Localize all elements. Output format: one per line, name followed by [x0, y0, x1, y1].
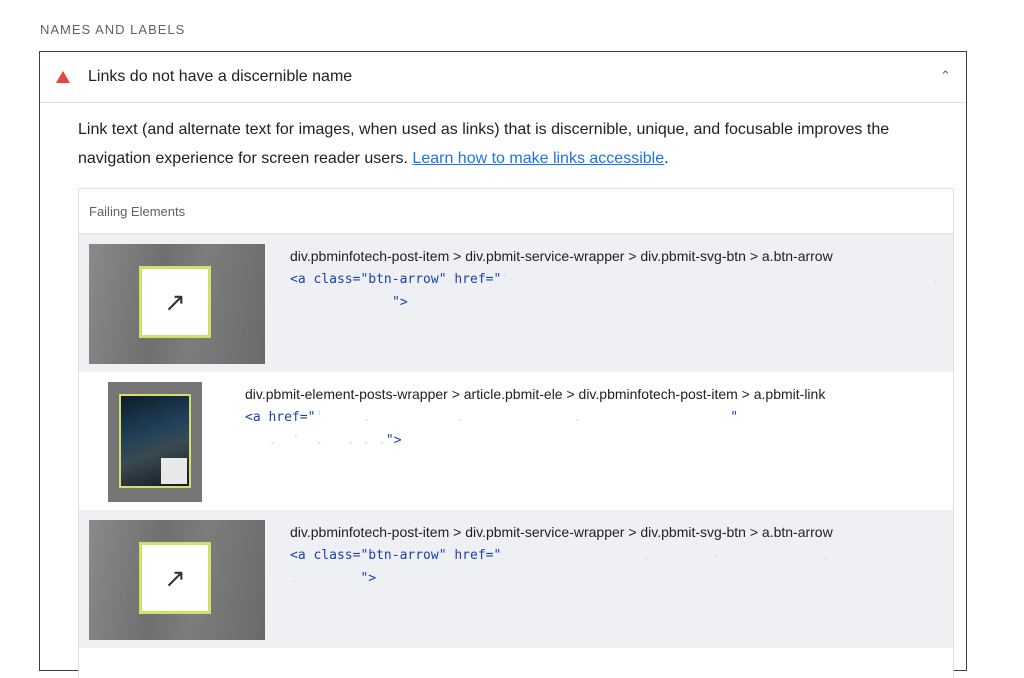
fail-triangle-icon — [56, 71, 70, 83]
table-row: ↗ div.pbminfotech-post-item > div.pbmit-… — [79, 510, 953, 648]
node-selector: div.pbminfotech-post-item > div.pbmit-se… — [290, 248, 833, 264]
description-end: . — [664, 150, 669, 167]
audit-header[interactable]: Links do not have a discernible name ⌃ — [40, 52, 966, 103]
node-snippet-line1: <a href="' . . . " — [245, 410, 739, 425]
node-snippet-line2: . ' . . . ."> — [245, 433, 402, 448]
audit-title: Links do not have a discernible name — [88, 68, 353, 85]
post-thumbnail-image — [119, 394, 191, 488]
node-snippet-line2: . "> — [290, 571, 377, 586]
node-snippet-line2: "> — [392, 295, 408, 310]
table-header: Failing Elements — [79, 189, 953, 234]
audit-panel: Links do not have a discernible name ⌃ L… — [39, 51, 967, 678]
element-screenshot[interactable]: ↗ — [89, 244, 265, 364]
table-row — [79, 648, 953, 678]
table-row: div.pbmit-element-posts-wrapper > articl… — [79, 372, 953, 510]
node-selector: div.pbminfotech-post-item > div.pbmit-se… — [290, 524, 833, 540]
node-snippet-line1: <a class="btn-arrow" href=" . - . — [290, 548, 831, 563]
element-screenshot[interactable] — [108, 382, 202, 502]
node-selector: div.pbmit-element-posts-wrapper > articl… — [245, 386, 826, 402]
failing-elements-table: Failing Elements ↗ div.pbminfotech-post-… — [78, 188, 954, 678]
element-screenshot[interactable]: ↗ — [89, 520, 265, 640]
learn-more-link[interactable]: Learn how to make links accessible — [412, 150, 664, 167]
arrow-up-right-icon: ↗ — [139, 542, 211, 614]
chevron-up-icon[interactable]: ⌃ — [940, 68, 956, 84]
table-row: ↗ div.pbminfotech-post-item > div.pbmit-… — [79, 234, 953, 372]
arrow-up-right-icon: ↗ — [139, 266, 211, 338]
node-snippet-line1: <a class="btn-arrow" href="' . — [290, 272, 940, 287]
section-title: NAMES AND LABELS — [40, 22, 186, 37]
post-card-image — [161, 458, 187, 484]
audit-description: Link text (and alternate text for images… — [78, 115, 948, 173]
